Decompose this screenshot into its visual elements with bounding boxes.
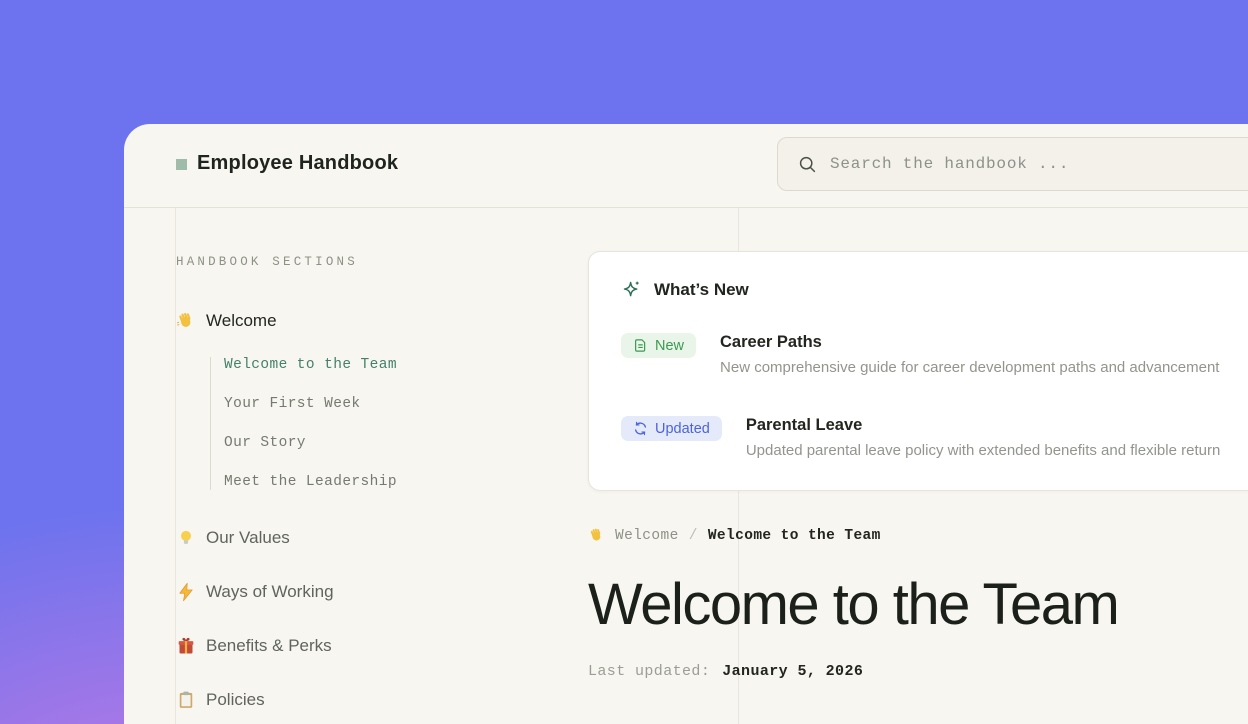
wave-icon (588, 527, 605, 544)
app-title: Employee Handbook (197, 152, 398, 175)
document-icon (633, 338, 648, 353)
sidebar: HANDBOOK SECTIONS (176, 208, 546, 710)
entry-title: Parental Leave (746, 416, 1220, 435)
search-input[interactable] (830, 155, 1248, 173)
sidebar-subitem-meet-the-leadership[interactable]: Meet the Leadership (224, 474, 546, 490)
handbook-window: Employee Handbook HANDBOOK SECTIONS (124, 124, 1248, 724)
bulb-icon (176, 528, 196, 548)
wave-icon (176, 311, 196, 331)
new-badge: New (621, 333, 696, 358)
entry-description: New comprehensive guide for career devel… (720, 359, 1219, 376)
page-title: Welcome to the Team (588, 574, 1248, 637)
clipboard-icon (176, 690, 196, 710)
sidebar-item-label: Our Values (206, 528, 290, 548)
whats-new-title: What’s New (654, 280, 749, 300)
badge-label: Updated (655, 421, 710, 437)
sidebar-subitem-welcome-to-the-team[interactable]: Welcome to the Team (224, 357, 546, 373)
last-updated: Last updated: January 5, 2026 (588, 663, 1248, 680)
sidebar-subitem-our-story[interactable]: Our Story (224, 435, 546, 451)
gift-icon (176, 636, 196, 656)
sidebar-item-welcome[interactable]: Welcome (176, 311, 546, 331)
whats-new-entry-career-paths[interactable]: New Career Paths New comprehensive guide… (621, 333, 1248, 376)
breadcrumb: Welcome / Welcome to the Team (588, 527, 1248, 544)
updated-badge: Updated (621, 416, 722, 441)
refresh-icon (633, 421, 648, 436)
sidebar-subnav-welcome: Welcome to the Team Your First Week Our … (210, 357, 546, 490)
last-updated-value: January 5, 2026 (722, 663, 863, 680)
bolt-icon (176, 582, 196, 602)
sidebar-section-label: HANDBOOK SECTIONS (176, 255, 546, 269)
search-icon (798, 155, 817, 174)
search-box[interactable] (777, 137, 1248, 191)
sidebar-item-policies[interactable]: Policies (176, 690, 546, 710)
breadcrumb-current: Welcome to the Team (708, 528, 881, 544)
last-updated-label: Last updated: (588, 663, 710, 680)
body-area: HANDBOOK SECTIONS (124, 208, 1248, 724)
app-header: Employee Handbook (124, 124, 1248, 208)
sidebar-item-label: Ways of Working (206, 582, 334, 602)
breadcrumb-parent[interactable]: Welcome (615, 528, 679, 544)
sparkle-icon (621, 279, 642, 300)
entry-description: Updated parental leave policy with exten… (746, 442, 1220, 459)
whats-new-header: What’s New (621, 279, 1248, 300)
sidebar-item-benefits-perks[interactable]: Benefits & Perks (176, 636, 546, 656)
breadcrumb-separator: / (689, 528, 698, 544)
entry-body: Career Paths New comprehensive guide for… (720, 333, 1219, 376)
sidebar-item-label: Welcome (206, 311, 277, 331)
entry-title: Career Paths (720, 333, 1219, 352)
sidebar-item-label: Policies (206, 690, 265, 710)
badge-label: New (655, 338, 684, 354)
sidebar-subitem-your-first-week[interactable]: Your First Week (224, 396, 546, 412)
whats-new-entry-parental-leave[interactable]: Updated Parental Leave Updated parental … (621, 416, 1248, 459)
sidebar-item-our-values[interactable]: Our Values (176, 528, 546, 548)
entry-body: Parental Leave Updated parental leave po… (746, 416, 1220, 459)
desktop-background: Employee Handbook HANDBOOK SECTIONS (0, 0, 1248, 724)
sidebar-item-ways-of-working[interactable]: Ways of Working (176, 582, 546, 602)
main-content: What’s New New Career Paths New (588, 208, 1248, 680)
logo-square (176, 159, 187, 170)
sidebar-item-label: Benefits & Perks (206, 636, 332, 656)
whats-new-card: What’s New New Career Paths New (588, 251, 1248, 491)
